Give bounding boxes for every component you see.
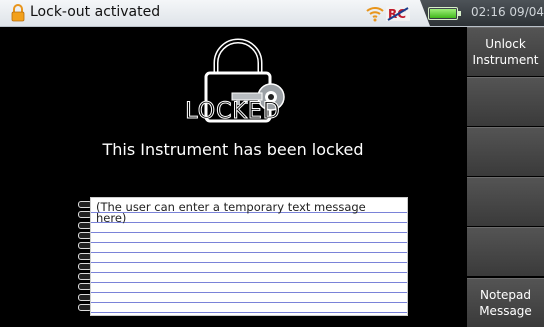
softkey-bar: Unlock Instrument Notepad Message	[467, 27, 544, 327]
lock-icon	[11, 4, 25, 22]
status-title: Lock-out activated	[30, 4, 161, 20]
softkey-3[interactable]	[467, 127, 544, 176]
notepad-text: (The user can enter a temporary text mes…	[96, 200, 366, 225]
wifi-icon	[366, 7, 384, 22]
locked-label: LOCKED	[185, 99, 281, 125]
notepad-message-button[interactable]: Notepad Message	[467, 278, 544, 327]
softkey-4[interactable]	[467, 177, 544, 226]
unlock-instrument-button[interactable]: Unlock Instrument	[467, 27, 544, 76]
notepad-message-area[interactable]: (The user can enter a temporary text mes…	[90, 197, 408, 316]
remote-control-icon: RC	[386, 6, 410, 21]
battery-icon	[428, 7, 461, 20]
lock-message: This Instrument has been locked	[102, 140, 364, 159]
softkey-5[interactable]	[467, 227, 544, 276]
softkey-2[interactable]	[467, 77, 544, 126]
status-datetime: 02:16 09/04/2015	[471, 5, 544, 19]
lock-screen-content: LOCKED This Instrument has been locked (…	[0, 27, 466, 327]
status-bar: Lock-out activated RC 02:16 09/04/2015	[0, 0, 544, 27]
